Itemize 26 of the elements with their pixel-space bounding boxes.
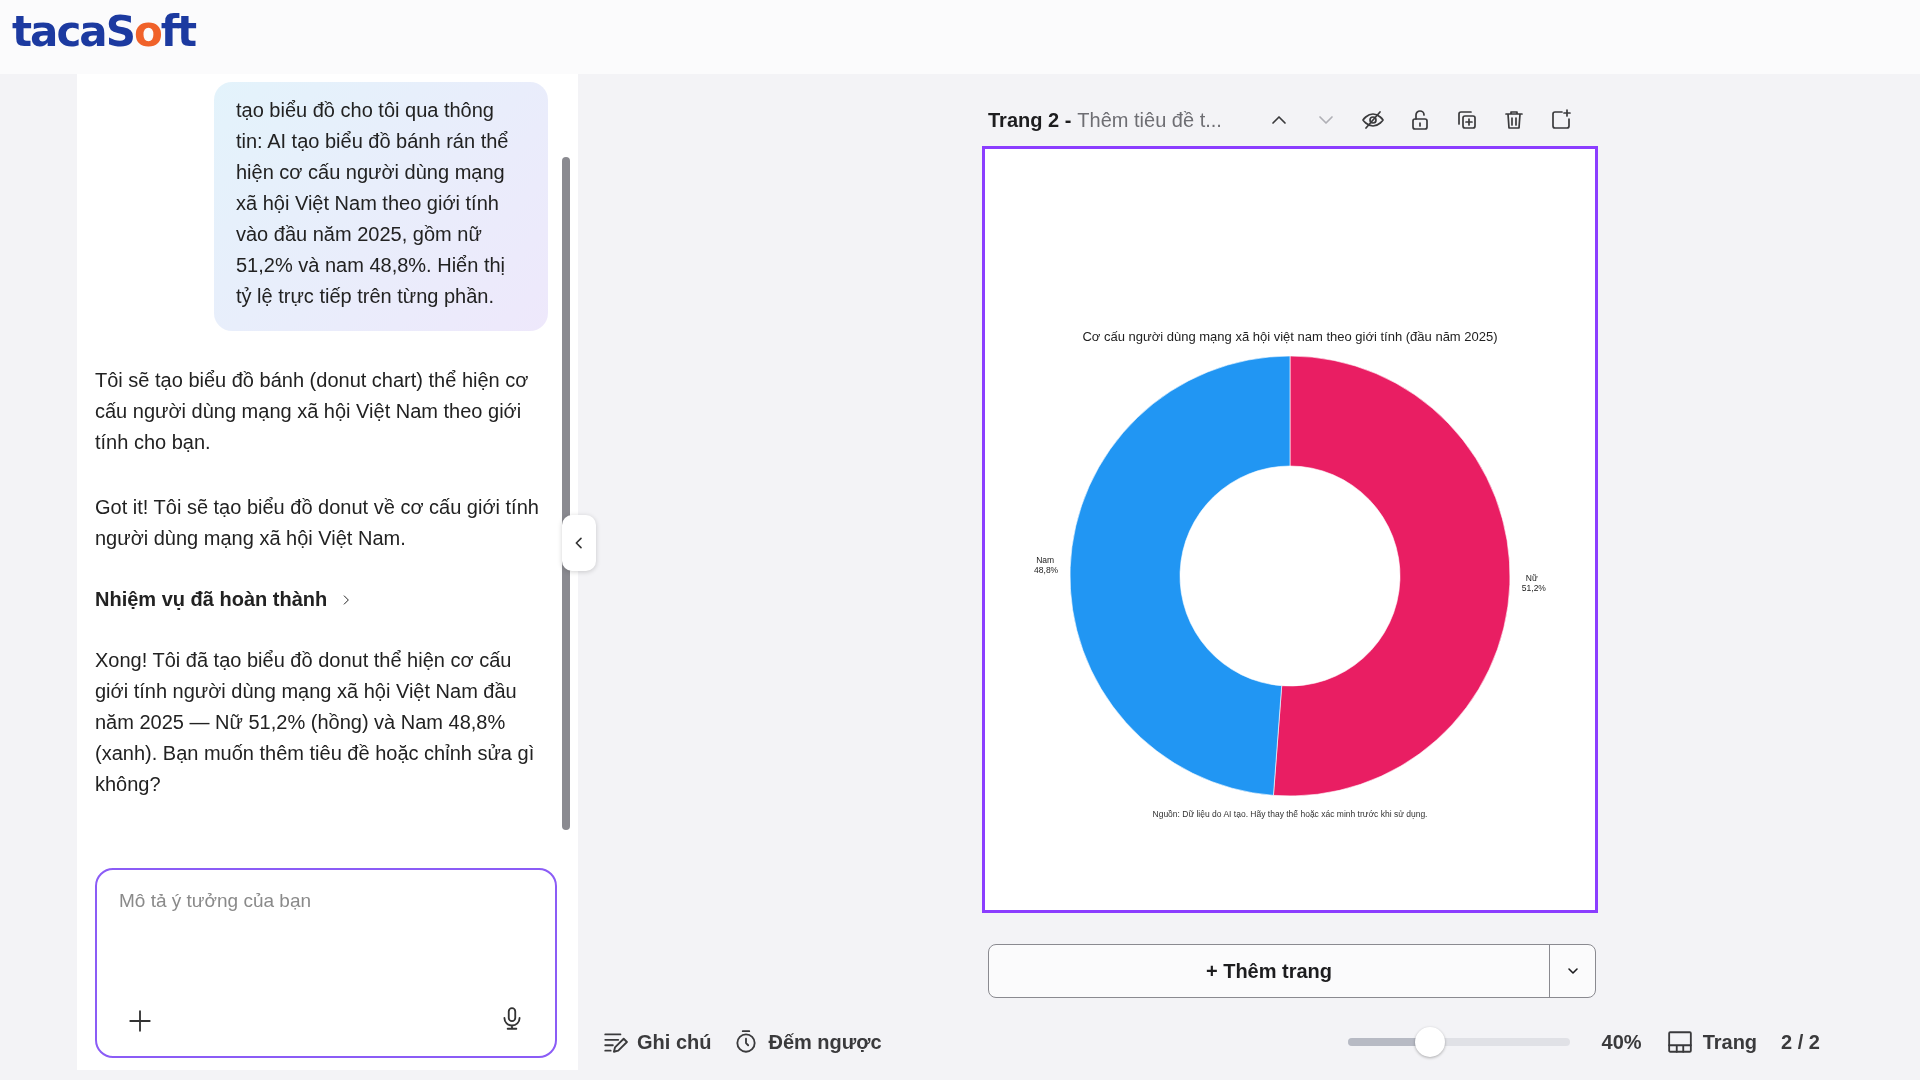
page-title[interactable]: Thêm tiêu đề t... xyxy=(1077,108,1222,132)
pages-button[interactable]: Trang xyxy=(1665,1029,1758,1055)
countdown-button[interactable]: Đếm ngược xyxy=(733,1029,882,1055)
slice-label: Nam 48,8% xyxy=(1034,555,1059,576)
zoom-reading: 40% xyxy=(1601,1030,1642,1054)
logo: tacaSoft xyxy=(12,10,196,54)
prompt-field[interactable]: Mô tả ý tưởng của bạn xyxy=(119,890,533,912)
page-canvas[interactable]: Cơ cấu người dùng mạng xã hội việt nam theo giới tính (đầu năm 2025) Nữ 51,2% Nam 48,8% Nguồn: Dữ liệu do AI tạo. Hãy thay thế hoặc xác minh trước khi sử dụng. xyxy=(982,146,1598,913)
assistant-message: Tôi sẽ tạo biểu đồ bánh (donut chart) thể hiện cơ cấu người dùng mạng xã hội Việt Nam theo giới tính cho bạn. xyxy=(95,368,530,455)
chart-title: Cơ cấu người dùng mạng xã hội việt nam theo giới tính (đầu năm 2025) xyxy=(1082,329,1498,344)
page-number: Trang 2 - xyxy=(988,108,1072,132)
collapse-button[interactable] xyxy=(562,515,596,571)
page-grid-icon xyxy=(1665,1029,1694,1055)
scrollbar[interactable] xyxy=(562,157,570,830)
assistant-message: Got it! Tôi sẽ tạo biểu đồ donut về cơ cấu giới tính người dùng mạng xã hội Việt Nam. xyxy=(95,495,540,551)
add-button[interactable] xyxy=(127,1008,153,1034)
task-link[interactable]: Nhiệm vụ đã hoàn thành xyxy=(95,588,354,611)
slice-label: Nữ 51,2% xyxy=(1521,572,1546,593)
eye-slash-icon xyxy=(1360,108,1385,132)
page-count: 2 / 2 xyxy=(1781,1030,1820,1054)
source-note: Nguồn: Dữ liệu do AI tạo. Hãy thay thế hoặc xác minh trước khi sử dụng. xyxy=(1152,809,1428,819)
assistant-message: Xong! Tôi đã tạo biểu đồ donut thể hiện cơ cấu giới tính người dùng mạng xã hội Việt Nam đầu năm 2025 — Nữ 51,2% (hồng) và Nam 48,8% (xanh). Bạn muốn thêm tiêu đề hoặc chỉnh sửa gì không? xyxy=(95,648,536,797)
user-message: tạo biểu đồ cho tôi qua thông tin: AI tạo biểu đồ bánh rán thể hiện cơ cấu người dùng mạng xã hội Việt Nam theo giới tính vào đầu năm 2025, gồm nữ 51,2% và nam 48,8%. Hiển thị tỷ lệ trực tiếp trên từng phần. xyxy=(214,82,548,331)
notes-button[interactable]: Ghi chú xyxy=(602,1029,712,1055)
eye-slash-button[interactable] xyxy=(1360,108,1385,132)
plus-icon xyxy=(127,1008,153,1034)
